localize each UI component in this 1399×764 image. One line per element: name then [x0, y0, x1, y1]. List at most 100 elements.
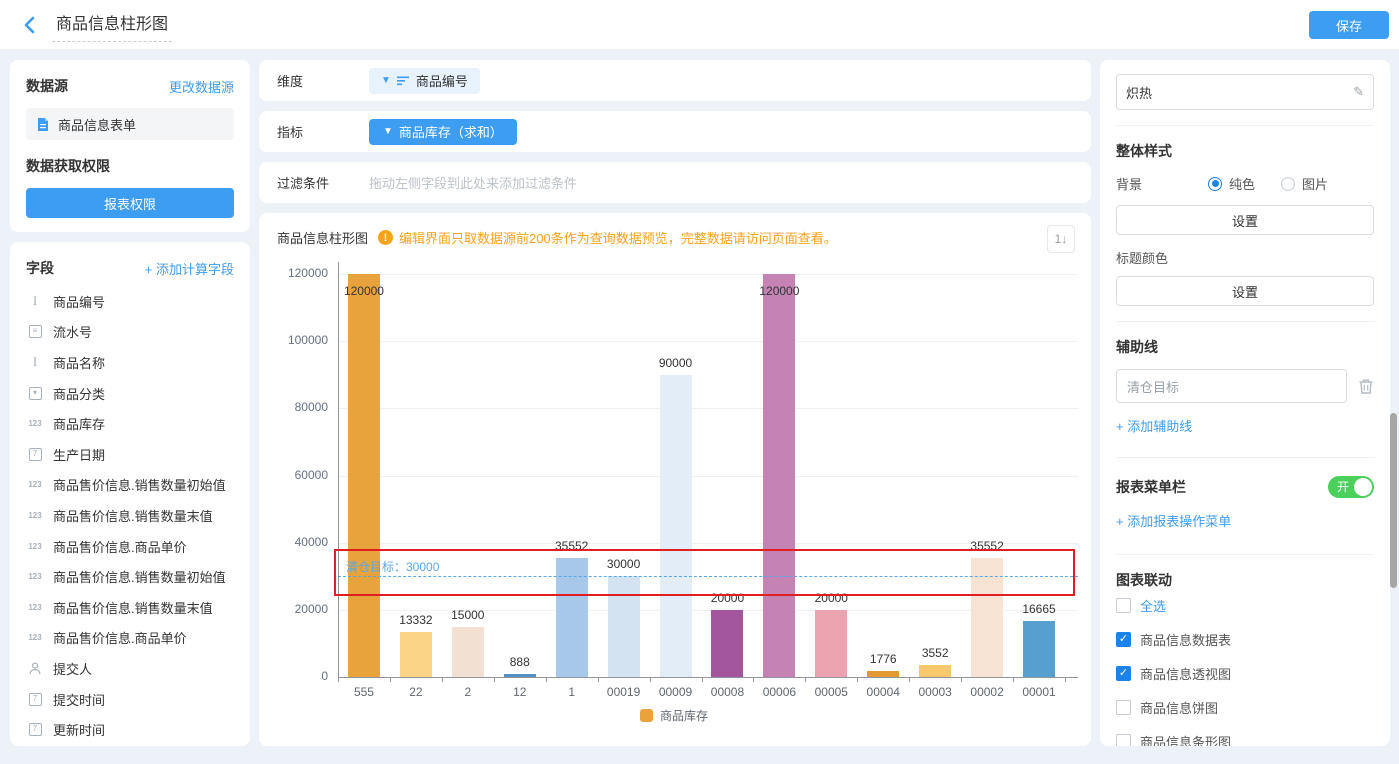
field-item[interactable]: 123商品售价信息.销售数量末值 — [10, 592, 250, 623]
bar-00008[interactable] — [711, 610, 743, 677]
filter-label: 过滤条件 — [277, 173, 369, 192]
datasource-card: 数据源 更改数据源 商品信息表单 数据获取权限 报表权限 — [10, 60, 250, 232]
bar-00009[interactable] — [660, 375, 692, 677]
field-item[interactable]: ≡流水号 — [10, 317, 250, 348]
add-auxline-link[interactable]: + 添加辅助线 — [1116, 419, 1192, 434]
bg-solid-radio[interactable]: 纯色 — [1208, 174, 1255, 193]
scrollbar-thumb[interactable] — [1390, 413, 1397, 588]
notice-text: 编辑界面只取数据源前200条作为查询数据预览，完整数据请访问页面查看。 — [399, 228, 837, 247]
datasource-item[interactable]: 商品信息表单 — [26, 108, 234, 140]
number-field-icon: 123 — [26, 511, 44, 520]
gridline — [338, 476, 1078, 477]
checkbox-checked-icon — [1116, 666, 1131, 681]
checkbox-unchecked-icon — [1116, 700, 1131, 715]
chart-name-input[interactable]: 炽热 ✎ — [1116, 74, 1374, 110]
preview-notice: ! 编辑界面只取数据源前200条作为查询数据预览，完整数据请访问页面查看。 — [378, 228, 837, 247]
x-axis-tick — [805, 677, 806, 682]
field-item[interactable]: 123商品售价信息.商品单价 — [10, 531, 250, 562]
edit-icon[interactable]: ✎ — [1353, 84, 1364, 100]
reference-line-label: 清仓目标：30000 — [346, 558, 439, 575]
x-axis-label: 2 — [442, 685, 494, 699]
bar-00001[interactable] — [1023, 621, 1055, 677]
filter-row[interactable]: 过滤条件 拖动左侧字段到此处来添加过滤条件 — [259, 162, 1091, 203]
bar-value-label: 35552 — [536, 539, 608, 553]
bg-image-radio[interactable]: 图片 — [1281, 174, 1328, 193]
back-icon[interactable] — [16, 12, 42, 38]
linkage-list: 商品信息数据表商品信息透视图商品信息饼图商品信息条形图商品信息雷达图 — [1116, 630, 1374, 746]
x-axis-tick — [857, 677, 858, 682]
number-field-icon: 123 — [26, 603, 44, 612]
field-item[interactable]: 123商品库存 — [10, 408, 250, 439]
bar-00003[interactable] — [919, 665, 951, 677]
bar-555[interactable] — [348, 274, 380, 677]
bar-00019[interactable] — [608, 576, 640, 677]
save-button[interactable]: 保存 — [1309, 11, 1389, 39]
auxline-name-input[interactable]: 清仓目标 — [1116, 369, 1347, 403]
linkage-item[interactable]: 商品信息饼图 — [1116, 698, 1374, 717]
x-axis-tick — [1013, 677, 1014, 682]
bg-image-label: 图片 — [1302, 174, 1328, 193]
x-axis-tick — [650, 677, 651, 682]
title-color-setting-button[interactable]: 设置 — [1116, 276, 1374, 306]
field-item[interactable]: I商品编号 — [10, 286, 250, 317]
menu-bar-toggle[interactable]: 开 — [1328, 476, 1374, 498]
left-sidebar: 数据源 更改数据源 商品信息表单 数据获取权限 报表权限 字段 + 添加计算字段… — [10, 60, 250, 746]
field-item[interactable]: 7生产日期 — [10, 439, 250, 470]
trash-icon[interactable] — [1358, 378, 1374, 395]
number-field-icon: 123 — [26, 419, 44, 428]
center-column: 维度 ▼ 商品编号 指标 ▼ 商品库存（求和） 过滤条件 拖动左侧字段到此处来添… — [259, 60, 1091, 746]
highlight-rectangle — [334, 549, 1075, 596]
field-item[interactable]: 123商品售价信息.销售数量末值 — [10, 500, 250, 531]
change-datasource-link[interactable]: 更改数据源 — [169, 77, 234, 96]
dimension-tag[interactable]: ▼ 商品编号 — [369, 68, 480, 94]
bar-value-label: 20000 — [795, 591, 867, 605]
reference-line — [338, 576, 1078, 577]
x-axis-tick — [442, 677, 443, 682]
background-label: 背景 — [1116, 174, 1208, 193]
dimension-value: 商品编号 — [416, 71, 468, 90]
report-permission-button[interactable]: 报表权限 — [26, 188, 234, 218]
field-item[interactable]: 123商品售价信息.销售数量初始值 — [10, 561, 250, 592]
x-axis-label: 00004 — [857, 685, 909, 699]
chart-legend[interactable]: 商品库存 — [259, 707, 1089, 724]
bg-solid-label: 纯色 — [1229, 174, 1255, 193]
x-axis-label: 00019 — [598, 685, 650, 699]
field-label: 商品分类 — [53, 384, 105, 403]
field-item[interactable]: 提交人 — [10, 653, 250, 684]
add-menu-link[interactable]: + 添加报表操作菜单 — [1116, 514, 1231, 529]
background-setting-button[interactable]: 设置 — [1116, 205, 1374, 235]
y-axis-tick-label: 80000 — [259, 400, 328, 414]
bar-00005[interactable] — [815, 610, 847, 677]
field-item[interactable]: 7更新时间 — [10, 714, 250, 745]
field-item[interactable]: 123商品售价信息.商品单价 — [10, 623, 250, 654]
radio-unselected-icon — [1281, 177, 1295, 191]
bar-00004[interactable] — [867, 671, 899, 677]
bar-2[interactable] — [452, 627, 484, 677]
bar-22[interactable] — [400, 632, 432, 677]
linkage-item[interactable]: 商品信息数据表 — [1116, 630, 1374, 649]
linkage-item[interactable]: 商品信息条形图 — [1116, 732, 1374, 746]
bar-00006[interactable] — [763, 274, 795, 677]
field-item[interactable]: ▾商品分类 — [10, 378, 250, 409]
serial-field-icon: ≡ — [26, 325, 44, 338]
background-row: 背景 纯色 图片 — [1116, 174, 1374, 193]
chart-name-value: 炽热 — [1126, 83, 1152, 102]
add-calc-field-link[interactable]: + 添加计算字段 — [145, 259, 234, 278]
x-axis-tick — [702, 677, 703, 682]
bar-12[interactable] — [504, 674, 536, 677]
linkage-item[interactable]: 商品信息透视图 — [1116, 664, 1374, 683]
metric-tag[interactable]: ▼ 商品库存（求和） — [369, 119, 517, 145]
legend-swatch — [640, 709, 653, 722]
user-field-icon — [26, 662, 44, 675]
legend-label: 商品库存 — [660, 707, 708, 724]
field-item[interactable]: 123商品售价信息.销售数量初始值 — [10, 470, 250, 501]
select-all-row[interactable]: 全选 — [1116, 596, 1374, 615]
x-axis-label: 1 — [546, 685, 598, 699]
datasource-name: 商品信息表单 — [58, 115, 136, 134]
field-item[interactable]: 7提交时间 — [10, 684, 250, 715]
field-item[interactable]: I商品名称 — [10, 347, 250, 378]
sort-lines-icon — [397, 76, 410, 86]
checkbox-unchecked-icon — [1116, 734, 1131, 746]
bar-value-label: 15000 — [432, 608, 504, 622]
field-label: 商品售价信息.销售数量初始值 — [53, 475, 226, 494]
